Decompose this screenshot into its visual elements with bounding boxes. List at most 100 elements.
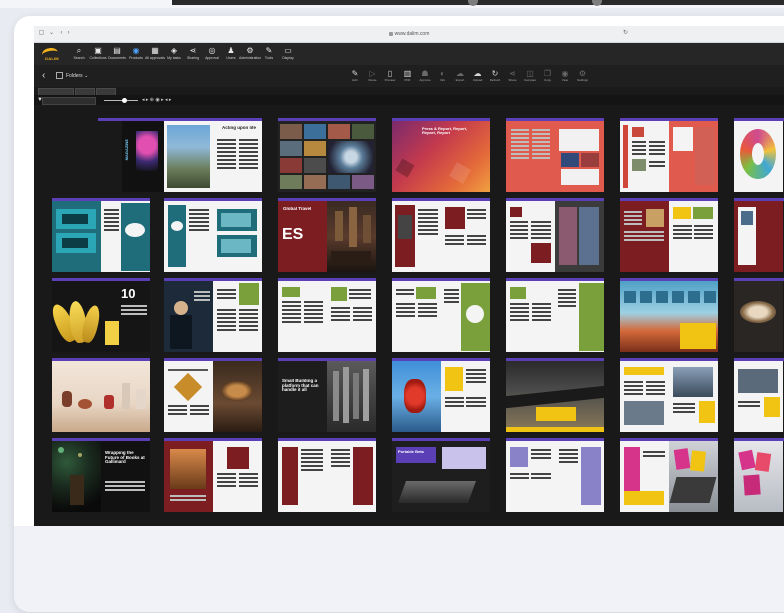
page-thumbnail [52, 281, 101, 352]
page-thumbnail [555, 281, 604, 352]
page-thumbnail [52, 361, 150, 432]
users-icon: ♟ [227, 46, 235, 55]
page-thumbnail [669, 121, 718, 192]
toolbar-item-display[interactable]: ▭ Display [277, 46, 299, 64]
spread-thumbnail[interactable] [52, 358, 150, 432]
spread-thumbnail[interactable] [392, 278, 490, 352]
route-icon: ▷ [369, 69, 376, 78]
approval-icon: ◎ [208, 46, 216, 55]
action-label: Edit [352, 78, 358, 82]
spread-thumbnail[interactable] [278, 278, 376, 352]
spread-thumbnail[interactable] [278, 438, 376, 512]
zoom-controls[interactable]: ◂ ▸ ⊕ ◉ ▸ ◂ ▸ [142, 97, 171, 103]
filter-input[interactable] [42, 97, 96, 105]
spread-thumbnail[interactable] [620, 358, 718, 432]
action-edit[interactable]: ✎ Edit [346, 69, 364, 85]
documents-icon: ▤ [113, 46, 121, 55]
action-copy[interactable]: ❐ Copy [539, 69, 557, 85]
browser-bar: ▢ ⌄ ‹ › www.dalim.com ↻ [34, 26, 784, 43]
tasks-icon: ◈ [170, 46, 178, 55]
spread-thumbnail[interactable] [734, 438, 784, 512]
spread-thumbnail[interactable] [392, 198, 490, 272]
background-knob [468, 0, 478, 6]
spread-thumbnail[interactable] [164, 358, 262, 432]
back-icon[interactable]: ‹ [58, 30, 65, 37]
action-pdf[interactable]: ▥ PDF [399, 69, 417, 85]
spread-thumbnail[interactable]: Small Building a platform that can handl… [278, 358, 376, 432]
spread-thumbnail[interactable] [620, 278, 718, 352]
spread-thumbnail[interactable]: Press & Report, Report, Report, Report [392, 118, 490, 192]
page-thumbnail [506, 441, 555, 512]
spread-thumbnail[interactable] [392, 358, 490, 432]
zoom-slider-handle[interactable] [122, 98, 127, 103]
action-preview[interactable]: ▯ Preview [381, 69, 399, 85]
zoom-slider[interactable] [104, 100, 138, 101]
page-thumbnail [734, 201, 783, 272]
action-approve[interactable]: ☗ Approve [416, 69, 434, 85]
action-share[interactable]: ⋖ Share [504, 69, 522, 85]
action-label: Route [368, 78, 377, 82]
spread-thumbnail[interactable] [164, 198, 262, 272]
action-compare[interactable]: ◫ Compare [521, 69, 539, 85]
background-bar [172, 0, 784, 5]
spread-thumbnail[interactable] [734, 198, 784, 272]
spread-thumbnail[interactable] [620, 438, 718, 512]
spread-thumbnail[interactable] [734, 358, 784, 432]
action-label: Preview [384, 78, 396, 82]
page-thumbnail [52, 201, 101, 272]
spread-thumbnail[interactable] [278, 118, 376, 192]
back-button[interactable]: ‹ [42, 71, 45, 81]
lock-icon [388, 31, 393, 36]
sidebar-icon[interactable]: ▢ [38, 30, 45, 37]
app-toolbar: DALIM ⌕ Search ▣ Collections ▤ Documents ◉ Prod… [34, 43, 784, 65]
page-thumbnail [164, 281, 213, 352]
spread-thumbnail[interactable] [506, 438, 604, 512]
page-thumbnail [164, 201, 213, 272]
spread-thumbnail[interactable]: 10 [52, 278, 150, 352]
spread-thumbnail[interactable] [620, 118, 718, 192]
filter-row: ▼ ◂ ▸ ⊕ ◉ ▸ ◂ ▸ [34, 95, 784, 105]
action-settings[interactable]: ⚙ Settings [574, 69, 592, 85]
address-bar[interactable]: www.dalim.com [334, 29, 484, 39]
page-thumbnail [669, 361, 718, 432]
page-thumbnail [164, 121, 213, 192]
spread-thumbnail[interactable]: Portable Beta [392, 438, 490, 512]
big-number: 10 [121, 287, 136, 300]
export-icon: ☁ [456, 69, 464, 78]
approve-icon: ☗ [421, 69, 429, 78]
action-upload[interactable]: ☁ Upload [469, 69, 487, 85]
action-label: Export [455, 78, 465, 82]
page-thumbnail [669, 201, 718, 272]
spread-thumbnail[interactable]: Global Travel ES [278, 198, 376, 272]
folder-selector[interactable]: Folders ⌄ [56, 72, 88, 79]
share2-icon: ⋖ [509, 69, 516, 78]
feature-headline: Small Building a platform that can handl… [282, 379, 319, 392]
spread-thumbnail[interactable] [734, 278, 784, 352]
chevron-down-icon[interactable]: ⌄ [48, 30, 55, 37]
spread-thumbnail[interactable] [506, 198, 604, 272]
action-info[interactable]: ◐ Info [434, 69, 452, 85]
spread-thumbnail[interactable] [164, 278, 262, 352]
page-thumbnail: Acting upon life [213, 121, 262, 192]
toolbar-item-label: Display [282, 56, 294, 60]
spread-thumbnail[interactable] [52, 198, 150, 272]
forward-icon[interactable]: › [65, 30, 72, 37]
large-letters: ES [282, 227, 304, 243]
admin-icon: ⚙ [246, 46, 254, 55]
spread-thumbnail[interactable] [506, 278, 604, 352]
action-refresh[interactable]: ↻ Refresh [486, 69, 504, 85]
spread-thumbnail[interactable] [506, 358, 604, 432]
spread-thumbnail[interactable] [164, 438, 262, 512]
spread-thumbnail[interactable] [620, 198, 718, 272]
logo-text: DALIM [45, 56, 59, 61]
spread-thumbnail[interactable]: Acting upon life [164, 118, 262, 192]
spread-thumbnail[interactable] [506, 118, 604, 192]
reload-icon[interactable]: ↻ [622, 30, 629, 37]
dalim-logo[interactable]: DALIM [40, 46, 62, 62]
spread-thumbnail[interactable]: Wrapping the Future of Books at Gallimar… [52, 438, 150, 512]
action-view[interactable]: ◉ View [556, 69, 574, 85]
action-export[interactable]: ☁ Export [451, 69, 469, 85]
page-thumbnail [327, 281, 376, 352]
spread-thumbnail[interactable] [734, 118, 784, 192]
action-route[interactable]: ▷ Route [364, 69, 382, 85]
